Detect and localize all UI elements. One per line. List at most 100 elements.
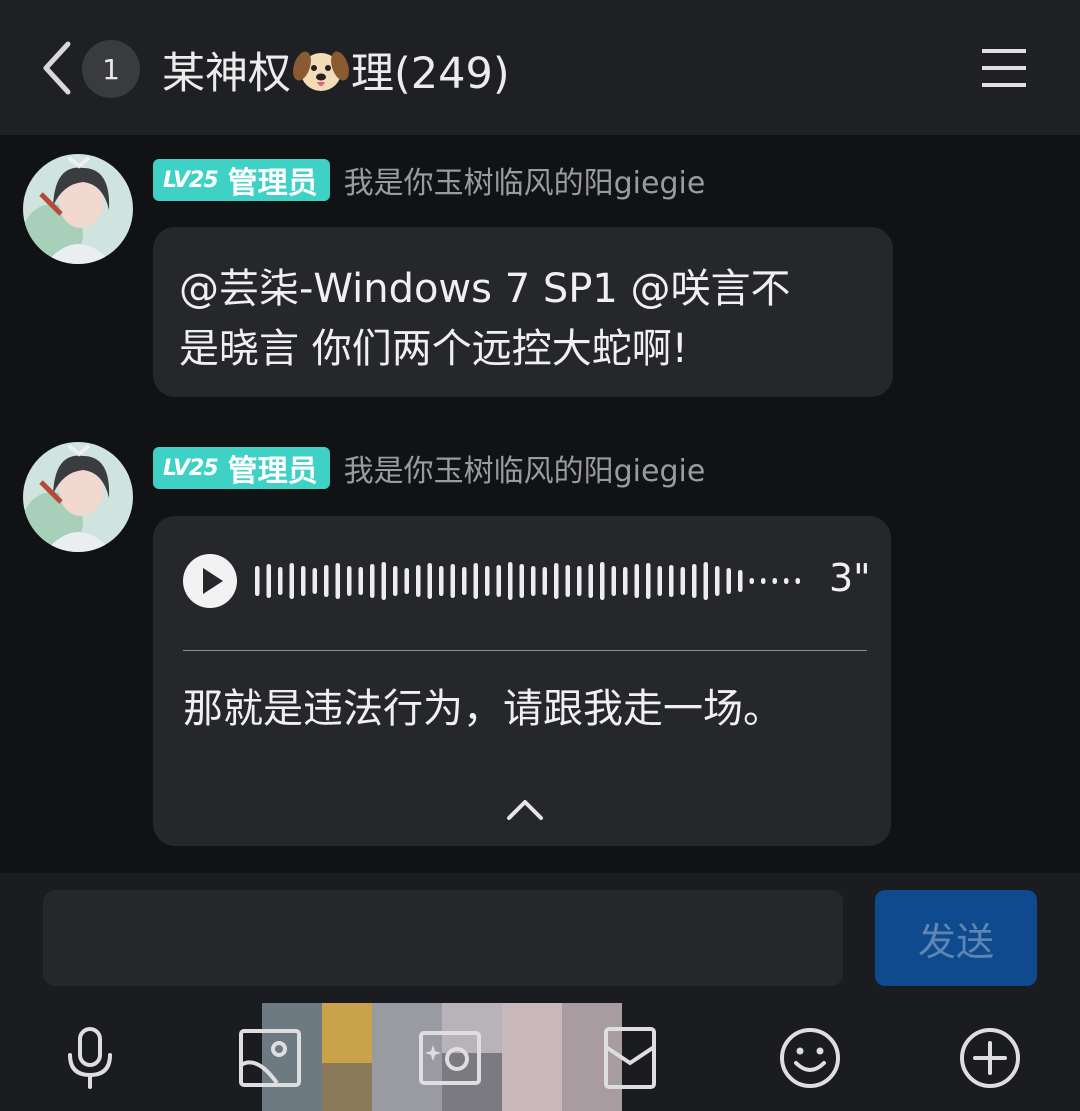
waveform-bar — [312, 568, 317, 594]
waveform-bar — [761, 578, 766, 584]
message-input[interactable] — [43, 890, 843, 986]
waveform-bar — [404, 568, 409, 594]
chevron-up-icon — [507, 800, 543, 820]
role-text: 管理员 — [227, 454, 318, 489]
waveform-bar — [496, 565, 501, 597]
waveform-bar — [347, 566, 352, 596]
waveform-bar — [715, 566, 720, 596]
red-packet-icon — [604, 1027, 656, 1089]
waveform-bar — [324, 565, 329, 597]
unread-count-badge[interactable]: 1 — [82, 40, 140, 98]
collapse-transcript-button[interactable] — [503, 794, 547, 824]
sender-nickname[interactable]: 我是你玉树临风的阳giegie — [344, 446, 706, 490]
waveform-bar — [393, 566, 398, 596]
sender-meta: LV25 管理员 我是你玉树临风的阳giegie — [153, 158, 705, 202]
waveform-bar — [669, 565, 674, 597]
waveform-bar — [266, 564, 271, 598]
waveform-bar — [554, 563, 559, 599]
waveform-bar — [508, 562, 513, 600]
message-text-line: @芸柒-Windows 7 SP1 @咲言不 — [179, 266, 791, 312]
avatar[interactable] — [23, 154, 133, 264]
play-button[interactable] — [183, 554, 237, 608]
waveform-bar — [335, 563, 340, 599]
menu-button[interactable] — [980, 46, 1028, 90]
waveform-bar — [358, 567, 363, 595]
waveform-bar — [657, 566, 662, 596]
waveform-bar — [726, 568, 731, 594]
waveform-bar — [611, 566, 616, 596]
avatar[interactable] — [23, 442, 133, 552]
waveform-bar — [289, 563, 294, 599]
group-title[interactable]: 某神权 理(249) — [162, 38, 510, 102]
sender-nickname[interactable]: 我是你玉树临风的阳giegie — [344, 158, 706, 202]
waveform-bar — [703, 562, 708, 600]
level-text: LV25 — [163, 455, 219, 481]
avatar-image — [23, 154, 133, 264]
level-badge: LV25 管理员 — [153, 159, 330, 201]
waveform-bar — [623, 567, 628, 595]
waveform-bar — [278, 567, 283, 595]
group-title-suffix: 理(249) — [351, 49, 510, 99]
waveform-bar — [427, 563, 432, 599]
send-button[interactable]: 发送 — [875, 890, 1037, 986]
emoji-button[interactable] — [777, 1025, 843, 1091]
waveform-bar — [692, 564, 697, 598]
waveform-bar — [565, 565, 570, 597]
image-icon — [239, 1029, 301, 1087]
role-text: 管理员 — [227, 166, 318, 201]
dog-face-icon — [293, 51, 349, 91]
level-badge: LV25 管理员 — [153, 447, 330, 489]
waveform-bar — [531, 566, 536, 596]
play-icon — [203, 568, 223, 594]
waveform-bar — [519, 564, 524, 598]
waveform-bar — [600, 562, 605, 600]
voice-transcript: 那就是违法行为，请跟我走一场。 — [183, 686, 783, 732]
back-button[interactable] — [34, 38, 82, 98]
waveform-bar — [749, 578, 754, 584]
voice-input-button[interactable] — [57, 1025, 123, 1091]
waveform-bar — [795, 578, 800, 584]
waveform-bar — [738, 570, 743, 592]
more-options-button[interactable] — [957, 1025, 1023, 1091]
camera-button[interactable] — [417, 1025, 483, 1091]
waveform-bar — [450, 564, 455, 598]
waveform-bar — [542, 567, 547, 595]
waveform-bar — [439, 566, 444, 596]
level-text: LV25 — [163, 167, 219, 193]
waveform-bar — [772, 578, 777, 584]
bottom-toolbar — [0, 1003, 1080, 1111]
voice-waveform[interactable] — [249, 541, 809, 621]
waveform-bar — [634, 564, 639, 598]
gallery-button[interactable] — [237, 1025, 303, 1091]
waveform-bar — [381, 562, 386, 600]
group-title-prefix: 某神权 — [162, 49, 291, 99]
emoji-icon — [780, 1028, 840, 1088]
divider — [183, 650, 867, 651]
chat-header: 1 某神权 理(249) — [0, 0, 1080, 135]
message-text-line: 是晓言 你们两个远控大蛇啊! — [179, 326, 688, 372]
plus-icon — [960, 1028, 1020, 1088]
waveform-bar — [462, 567, 467, 595]
microphone-icon — [68, 1027, 112, 1089]
waveform-bar — [485, 566, 490, 596]
waveform-bar — [255, 566, 260, 596]
waveform-bar — [784, 578, 789, 584]
voice-duration: 3" — [829, 556, 871, 600]
chevron-left-icon — [43, 41, 71, 95]
text-message-bubble[interactable]: @芸柒-Windows 7 SP1 @咲言不 是晓言 你们两个远控大蛇啊! — [153, 227, 893, 397]
hamburger-menu-icon — [982, 49, 1026, 87]
red-packet-button[interactable] — [597, 1025, 663, 1091]
composer-bar: 发送 — [0, 873, 1080, 1003]
camera-icon — [419, 1031, 481, 1085]
waveform-bar — [646, 563, 651, 599]
waveform-bar — [577, 566, 582, 596]
waveform-bar — [416, 565, 421, 597]
sender-meta: LV25 管理员 我是你玉树临风的阳giegie — [153, 446, 705, 490]
voice-message-bubble[interactable]: 3" 那就是违法行为，请跟我走一场。 — [153, 516, 891, 846]
waveform-bar — [588, 564, 593, 598]
waveform-bar — [370, 564, 375, 598]
message-list[interactable]: LV25 管理员 我是你玉树临风的阳giegie @芸柒-Windows 7 S… — [0, 135, 1080, 873]
avatar-image — [23, 442, 133, 552]
waveform-bar — [301, 566, 306, 596]
waveform-bar — [473, 563, 478, 599]
